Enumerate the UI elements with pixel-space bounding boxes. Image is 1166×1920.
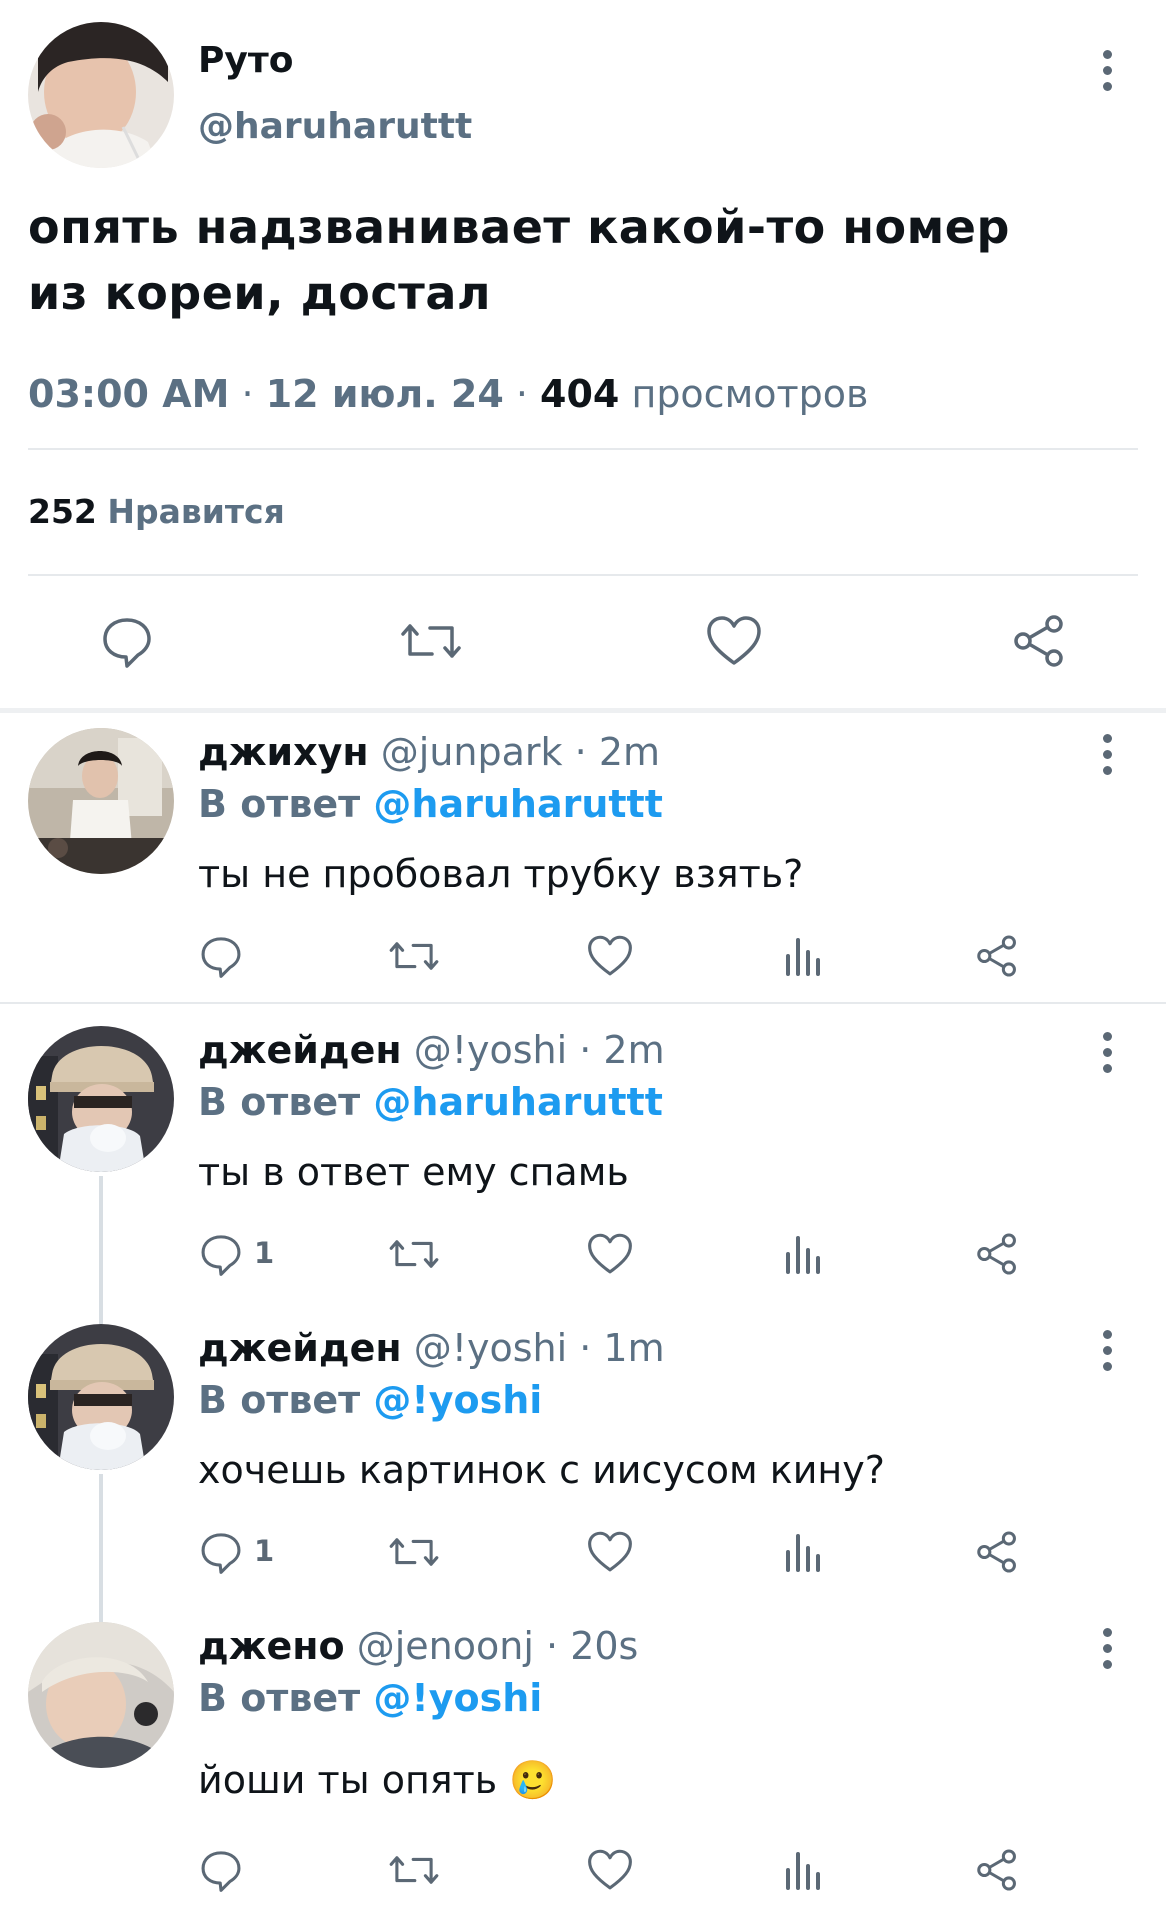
reply-text: ты не пробовал трубку взять?	[198, 852, 804, 896]
meta-separator: ·	[579, 1326, 592, 1370]
reply-text: ты в ответ ему спамь	[198, 1150, 629, 1194]
retweet-icon[interactable]	[388, 1848, 440, 1892]
views-analytics-icon[interactable]	[784, 1848, 824, 1892]
replying-to-label: В ответ	[198, 1676, 361, 1720]
reply-header: джихун @junpark · 2m	[198, 730, 660, 774]
reply-author-name[interactable]: джейден	[198, 1326, 402, 1370]
views-analytics-icon[interactable]	[784, 1232, 824, 1276]
section-separator	[0, 708, 1166, 713]
more-options-icon[interactable]	[1095, 40, 1119, 100]
crying-smile-emoji: 🥲	[509, 1758, 557, 1802]
reply-author-handle[interactable]: @!yoshi	[414, 1326, 567, 1370]
thread-connector	[99, 1474, 103, 1622]
retweet-icon[interactable]	[388, 1530, 440, 1574]
thread-connector	[99, 1176, 103, 1324]
replying-to-link[interactable]: @!yoshi	[373, 1378, 542, 1422]
reply-count: 1	[254, 1534, 275, 1568]
views-analytics-icon[interactable]	[784, 934, 824, 978]
more-options-icon[interactable]	[1095, 724, 1119, 784]
reply-time: 1m	[603, 1326, 665, 1370]
likes-stat[interactable]: 252 Нравится	[28, 492, 285, 531]
share-icon[interactable]	[974, 1848, 1020, 1892]
tweet-meta: 03:00 AM · 12 июл. 24 · 404 просмотров	[28, 372, 868, 416]
reply-context: В ответ @haruharuttt	[198, 782, 663, 826]
tweet-text-line-2: из кореи, достал	[28, 266, 492, 320]
share-icon[interactable]	[974, 934, 1020, 978]
reply-context: В ответ @!yoshi	[198, 1676, 542, 1720]
views-count: 404	[540, 372, 620, 416]
share-icon[interactable]	[974, 1232, 1020, 1276]
share-icon[interactable]	[974, 1530, 1020, 1574]
reply-icon[interactable]	[198, 934, 244, 978]
reply-author-handle[interactable]: @jenoonj	[357, 1624, 534, 1668]
meta-separator: ·	[515, 372, 528, 416]
reply-time: 2m	[598, 730, 661, 774]
reply-text-container: йоши ты опять 🥲	[198, 1758, 557, 1803]
like-icon[interactable]	[586, 1530, 634, 1574]
divider	[28, 448, 1138, 450]
like-icon[interactable]	[586, 1848, 634, 1892]
reply-text: хочешь картинок с иисусом кину?	[198, 1448, 885, 1492]
reply-author-handle[interactable]: @junpark	[381, 730, 563, 774]
author-display-name[interactable]: Руто	[198, 40, 293, 81]
like-icon[interactable]	[586, 1232, 634, 1276]
reply-icon[interactable]	[100, 614, 154, 668]
reply-context: В ответ @!yoshi	[198, 1378, 542, 1422]
reply-avatar[interactable]	[28, 1622, 174, 1768]
retweet-icon[interactable]	[388, 934, 440, 978]
reply-time: 2m	[603, 1028, 665, 1072]
replying-to-link[interactable]: @haruharuttt	[373, 1080, 662, 1124]
reply-author-name[interactable]: джейден	[198, 1028, 402, 1072]
likes-count: 252	[28, 492, 97, 531]
reply-header: джейден @!yoshi · 2m	[198, 1028, 665, 1072]
retweet-icon[interactable]	[388, 1232, 440, 1276]
reply-header: джейден @!yoshi · 1m	[198, 1326, 665, 1370]
replying-to-link[interactable]: @!yoshi	[373, 1676, 542, 1720]
divider	[0, 1002, 1166, 1004]
reply-text: йоши ты опять	[198, 1758, 498, 1802]
reply-avatar[interactable]	[28, 728, 174, 874]
reply-time: 20s	[570, 1624, 639, 1668]
reply-avatar[interactable]	[28, 1026, 174, 1172]
tweet-text-line-1: опять надзванивает какой-то номер	[28, 200, 1010, 254]
like-icon[interactable]	[586, 934, 634, 978]
replying-to-link[interactable]: @haruharuttt	[373, 782, 662, 826]
meta-separator: ·	[241, 372, 254, 416]
tweet-date: 12 июл. 24	[265, 372, 504, 416]
author-handle[interactable]: @haruharuttt	[198, 106, 472, 147]
meta-separator: ·	[546, 1624, 559, 1668]
replying-to-label: В ответ	[198, 1080, 361, 1124]
reply-author-name[interactable]: джихун	[198, 730, 369, 774]
likes-label: Нравится	[107, 492, 285, 531]
more-options-icon[interactable]	[1095, 1320, 1119, 1380]
meta-separator: ·	[579, 1028, 592, 1072]
share-icon[interactable]	[1010, 614, 1068, 668]
more-options-icon[interactable]	[1095, 1022, 1119, 1082]
reply-icon[interactable]	[198, 1530, 244, 1574]
reply-icon[interactable]	[198, 1232, 244, 1276]
replying-to-label: В ответ	[198, 1378, 361, 1422]
replying-to-label: В ответ	[198, 782, 361, 826]
reply-icon[interactable]	[198, 1848, 244, 1892]
reply-count: 1	[254, 1236, 275, 1270]
reply-header: джено @jenoonj · 20s	[198, 1624, 638, 1668]
reply-context: В ответ @haruharuttt	[198, 1080, 663, 1124]
retweet-icon[interactable]	[400, 614, 462, 668]
reply-author-name[interactable]: джено	[198, 1624, 345, 1668]
like-icon[interactable]	[706, 614, 762, 668]
divider	[28, 574, 1138, 576]
more-options-icon[interactable]	[1095, 1618, 1119, 1678]
reply-author-handle[interactable]: @!yoshi	[414, 1028, 567, 1072]
reply-avatar[interactable]	[28, 1324, 174, 1470]
views-label: просмотров	[631, 372, 869, 416]
author-avatar[interactable]	[28, 22, 174, 168]
views-analytics-icon[interactable]	[784, 1530, 824, 1574]
tweet-time: 03:00 AM	[28, 372, 230, 416]
meta-separator: ·	[574, 730, 587, 774]
